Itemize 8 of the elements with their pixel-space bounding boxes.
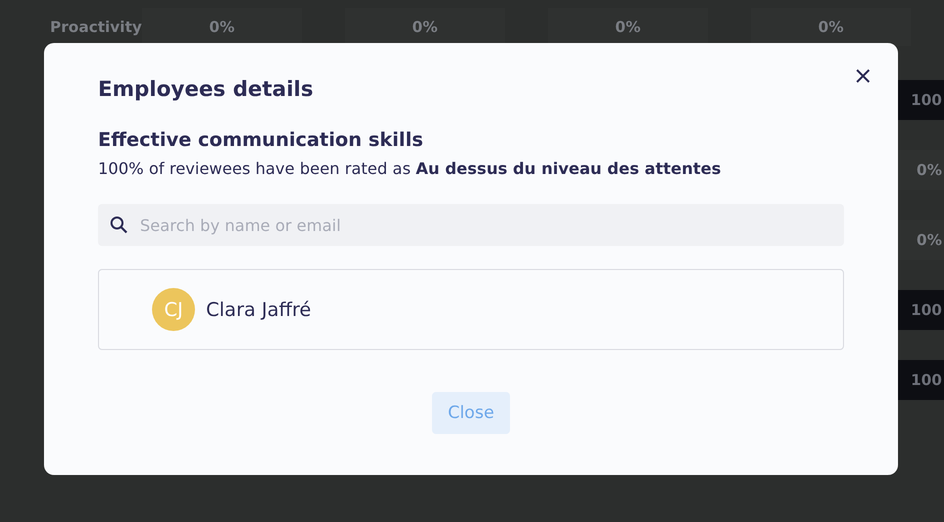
- row-label: Proactivity: [49, 18, 142, 36]
- dialog-title: Employees details: [98, 77, 314, 101]
- rating-description: 100% of reviewees have been rated as Au dessus du niveau des attentes: [98, 159, 722, 178]
- employee-name[interactable]: Clara Jaffré: [206, 298, 312, 320]
- section-title: Effective communication skills: [98, 129, 424, 151]
- search-icon: [110, 216, 128, 234]
- search-field[interactable]: Search by name or email: [98, 204, 844, 246]
- avatar: CJ: [152, 288, 195, 331]
